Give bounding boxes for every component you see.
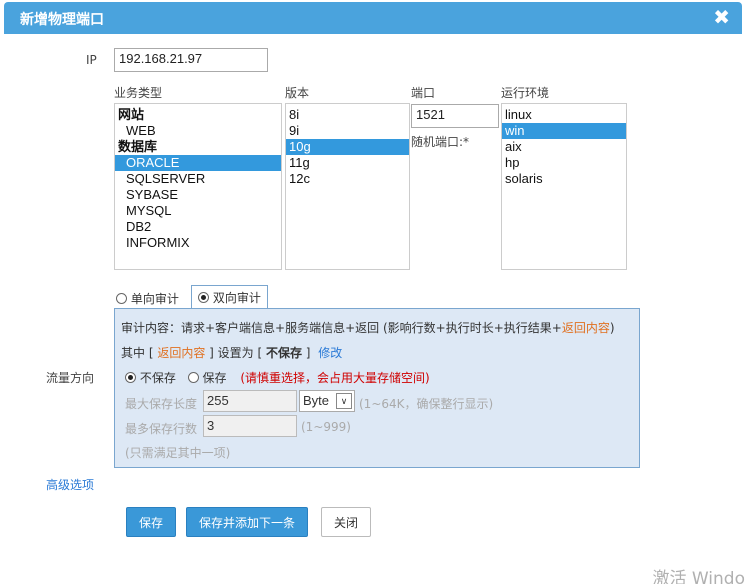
no-save-label: 不保存: [139, 371, 176, 385]
max-rows-input[interactable]: 3: [203, 415, 297, 437]
version-option[interactable]: 9i: [286, 123, 409, 139]
one-way-label: 单向审计: [130, 292, 179, 306]
save-and-add-button[interactable]: 保存并添加下一条: [186, 507, 309, 537]
business-type-label: 业务类型: [114, 86, 163, 100]
max-rows-label: 最多保存行数: [125, 422, 198, 436]
runtime-env-option[interactable]: aix: [502, 139, 626, 155]
max-length-hint: (1~64K，确保整行显示): [359, 397, 494, 411]
save-button[interactable]: 保存: [126, 507, 177, 537]
one-way-radio[interactable]: [116, 293, 127, 304]
runtime-env-label: 运行环境: [501, 86, 550, 100]
version-listbox[interactable]: 8i 9i 10g 11g 12c: [285, 103, 410, 270]
save-radio[interactable]: [187, 372, 199, 383]
modify-link[interactable]: 修改: [318, 346, 342, 360]
business-type-option[interactable]: MYSQL: [115, 203, 281, 219]
version-option[interactable]: 11g: [286, 155, 409, 171]
audit-settings-panel: 审计内容：请求+客户端信息+服务端信息+返回 (影响行数+执行时长+执行结果+返…: [114, 308, 640, 468]
save-option-row: 不保存 保存 (请慎重选择，会占用大量存储空间): [125, 369, 430, 386]
version-option[interactable]: 8i: [286, 107, 409, 123]
version-option[interactable]: 12c: [286, 171, 409, 187]
business-type-option[interactable]: WEB: [115, 123, 281, 139]
satisfy-hint: (只需满足其中一项): [125, 446, 231, 460]
save-label: 保存: [202, 371, 227, 385]
runtime-env-listbox[interactable]: linux win aix hp solaris: [501, 103, 627, 270]
version-label: 版本: [285, 86, 310, 100]
business-type-option[interactable]: INFORMIX: [115, 235, 281, 251]
dialog-title: 新增物理端口: [20, 12, 104, 28]
port-label: 端口: [411, 86, 436, 100]
max-rows-hint: (1~999): [301, 420, 351, 434]
two-way-radio[interactable]: [198, 292, 209, 303]
audit-content-text: 审计内容：请求+客户端信息+服务端信息+返回 (影响行数+执行时长+执行结果+返…: [121, 321, 615, 335]
flow-direction-label: 流量方向: [46, 371, 95, 385]
business-type-option[interactable]: ORACLE: [115, 155, 281, 171]
no-save-radio[interactable]: [125, 372, 136, 383]
close-button[interactable]: 关闭: [321, 507, 372, 537]
random-port-label: 随机端口:*: [411, 135, 470, 149]
return-content-setting: 其中 [ 返回内容 ] 设置为 [ 不保存 ] 修改: [121, 346, 343, 360]
ip-input[interactable]: 192.168.21.97: [114, 48, 268, 72]
runtime-env-option[interactable]: win: [502, 123, 626, 139]
activation-watermark: 激活 Windo: [652, 569, 745, 584]
close-icon[interactable]: ✖: [713, 6, 730, 28]
business-type-option: 网站: [118, 107, 145, 122]
port-input[interactable]: 1521: [411, 104, 499, 128]
business-type-option: 数据库: [118, 139, 158, 154]
chevron-down-icon: ∨: [336, 393, 352, 409]
dialog-titlebar: 新增物理端口 ✖: [4, 2, 742, 34]
business-type-listbox[interactable]: 网站 WEB 数据库 ORACLE SQLSERVER SYBASE MYSQL DB2 INF…: [114, 103, 282, 270]
business-type-option[interactable]: SQLSERVER: [115, 171, 281, 187]
runtime-env-option[interactable]: linux: [502, 107, 626, 123]
save-warning: (请慎重选择，会占用大量存储空间): [240, 371, 430, 385]
two-way-label: 双向审计: [212, 291, 261, 305]
two-way-audit-tab[interactable]: 双向审计: [191, 285, 268, 309]
business-type-option[interactable]: DB2: [115, 219, 281, 235]
max-length-input[interactable]: 255: [203, 390, 297, 412]
max-length-label: 最大保存长度: [125, 397, 198, 411]
runtime-env-option[interactable]: solaris: [502, 171, 626, 187]
advanced-options-link[interactable]: 高级选项: [46, 476, 94, 493]
version-option[interactable]: 10g: [286, 139, 409, 155]
business-type-option[interactable]: SYBASE: [115, 187, 281, 203]
one-way-audit-option[interactable]: 单向审计: [116, 290, 179, 307]
ip-label: IP: [86, 53, 97, 67]
unit-select[interactable]: Byte ∨: [299, 390, 355, 412]
runtime-env-option[interactable]: hp: [502, 155, 626, 171]
